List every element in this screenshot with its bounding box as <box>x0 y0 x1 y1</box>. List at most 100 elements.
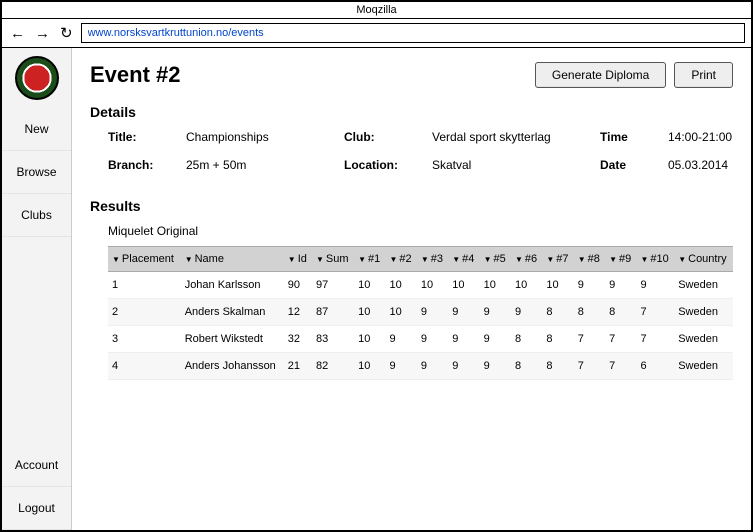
logo-wrap <box>2 48 71 108</box>
results-heading: Results <box>90 198 733 214</box>
col-sum[interactable]: ▼Sum <box>312 247 354 272</box>
table-cell: 10 <box>354 272 385 299</box>
table-cell: 8 <box>605 299 636 326</box>
col--9[interactable]: ▼#9 <box>605 247 636 272</box>
table-row[interactable]: 1Johan Karlsson909710101010101010999Swed… <box>108 272 733 299</box>
site-logo <box>15 56 59 100</box>
value-title: Championships <box>186 130 336 144</box>
table-cell: 9 <box>448 353 479 380</box>
table-cell: 83 <box>312 326 354 353</box>
label-title: Title: <box>108 130 178 144</box>
table-cell: 9 <box>417 326 448 353</box>
label-location: Location: <box>344 158 424 172</box>
table-cell: 9 <box>574 272 605 299</box>
table-cell: 2 <box>108 299 181 326</box>
table-cell: 10 <box>354 299 385 326</box>
value-branch: 25m + 50m <box>186 158 336 172</box>
col--10[interactable]: ▼#10 <box>636 247 674 272</box>
table-cell: 7 <box>605 326 636 353</box>
table-cell: 9 <box>385 326 416 353</box>
table-cell: 9 <box>636 272 674 299</box>
sidebar-spacer <box>2 237 71 444</box>
table-cell: 8 <box>511 353 542 380</box>
table-cell: 9 <box>480 353 511 380</box>
table-row[interactable]: 4Anders Johansson218210999988776Sweden <box>108 353 733 380</box>
forward-button[interactable]: → <box>33 26 52 41</box>
sidebar-item-browse[interactable]: Browse <box>2 151 71 194</box>
table-cell: 87 <box>312 299 354 326</box>
table-cell: 9 <box>448 299 479 326</box>
table-cell: 10 <box>448 272 479 299</box>
col-name[interactable]: ▼Name <box>181 247 284 272</box>
table-cell: 7 <box>636 326 674 353</box>
table-cell: 7 <box>574 353 605 380</box>
print-button[interactable]: Print <box>674 62 733 88</box>
table-body: 1Johan Karlsson909710101010101010999Swed… <box>108 272 733 380</box>
col--2[interactable]: ▼#2 <box>385 247 416 272</box>
table-cell: 6 <box>636 353 674 380</box>
page-title: Event #2 <box>90 62 181 88</box>
table-cell: 1 <box>108 272 181 299</box>
table-cell: 9 <box>417 299 448 326</box>
page-header: Event #2 Generate Diploma Print <box>90 62 733 88</box>
table-cell: 9 <box>605 272 636 299</box>
table-cell: Anders Skalman <box>181 299 284 326</box>
table-cell: 9 <box>385 353 416 380</box>
value-time: 14:00-21:00 <box>668 130 751 144</box>
col--5[interactable]: ▼#5 <box>480 247 511 272</box>
table-cell: 12 <box>284 299 312 326</box>
table-cell: 10 <box>480 272 511 299</box>
table-cell: Sweden <box>674 299 733 326</box>
table-row[interactable]: 2Anders Skalman1287101099998887Sweden <box>108 299 733 326</box>
table-row[interactable]: 3Robert Wikstedt328310999988777Sweden <box>108 326 733 353</box>
col-country[interactable]: ▼Country <box>674 247 733 272</box>
col--1[interactable]: ▼#1 <box>354 247 385 272</box>
value-club: Verdal sport skytterlag <box>432 130 592 144</box>
col-placement[interactable]: ▼Placement <box>108 247 181 272</box>
col--6[interactable]: ▼#6 <box>511 247 542 272</box>
value-date: 05.03.2014 <box>668 158 751 172</box>
table-cell: Sweden <box>674 326 733 353</box>
details-grid: Title: Championships Club: Verdal sport … <box>108 130 733 172</box>
col--3[interactable]: ▼#3 <box>417 247 448 272</box>
url-input[interactable] <box>81 23 745 43</box>
table-cell: 7 <box>636 299 674 326</box>
table-cell: 9 <box>511 299 542 326</box>
table-cell: 8 <box>574 299 605 326</box>
col--4[interactable]: ▼#4 <box>448 247 479 272</box>
col--8[interactable]: ▼#8 <box>574 247 605 272</box>
sidebar: New Browse Clubs Account Logout <box>2 48 72 530</box>
label-club: Club: <box>344 130 424 144</box>
details-heading: Details <box>90 104 733 120</box>
table-cell: 82 <box>312 353 354 380</box>
sidebar-item-account[interactable]: Account <box>2 444 71 487</box>
back-button[interactable]: ← <box>8 26 27 41</box>
generate-diploma-button[interactable]: Generate Diploma <box>535 62 666 88</box>
col--7[interactable]: ▼#7 <box>542 247 573 272</box>
table-cell: 3 <box>108 326 181 353</box>
table-cell: 4 <box>108 353 181 380</box>
table-cell: 10 <box>542 272 573 299</box>
sidebar-item-new[interactable]: New <box>2 108 71 151</box>
table-cell: 9 <box>480 326 511 353</box>
table-cell: 9 <box>417 353 448 380</box>
reload-button[interactable]: ↻ <box>58 26 75 41</box>
app-window: Moqzilla ← → ↻ New Browse Clubs Account … <box>0 0 753 532</box>
table-head-row: ▼Placement▼Name▼Id▼Sum▼#1▼#2▼#3▼#4▼#5▼#6… <box>108 247 733 272</box>
table-cell: Sweden <box>674 272 733 299</box>
table-cell: 10 <box>385 299 416 326</box>
table-cell: Johan Karlsson <box>181 272 284 299</box>
body: New Browse Clubs Account Logout Event #2… <box>2 48 751 530</box>
table-cell: 10 <box>354 326 385 353</box>
table-cell: 90 <box>284 272 312 299</box>
sidebar-item-clubs[interactable]: Clubs <box>2 194 71 237</box>
label-branch: Branch: <box>108 158 178 172</box>
table-cell: Robert Wikstedt <box>181 326 284 353</box>
table-cell: Anders Johansson <box>181 353 284 380</box>
sidebar-item-logout[interactable]: Logout <box>2 487 71 530</box>
col-id[interactable]: ▼Id <box>284 247 312 272</box>
table-cell: 8 <box>511 326 542 353</box>
table-head: ▼Placement▼Name▼Id▼Sum▼#1▼#2▼#3▼#4▼#5▼#6… <box>108 247 733 272</box>
label-date: Date <box>600 158 660 172</box>
table-cell: Sweden <box>674 353 733 380</box>
